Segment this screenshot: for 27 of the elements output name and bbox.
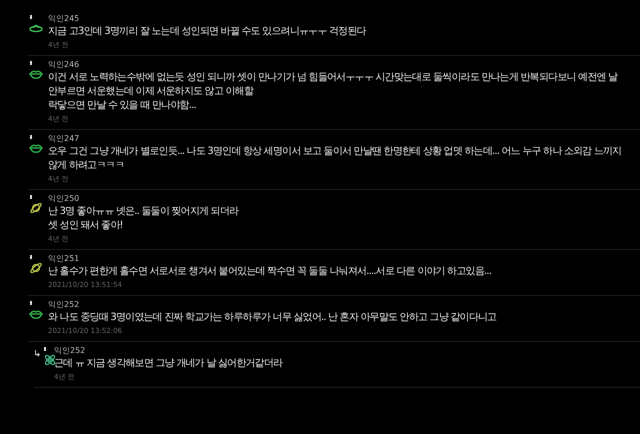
comment-author: 익인252 — [54, 345, 86, 357]
comment-author: 익인247 — [48, 133, 80, 145]
comment-text: 락닿으면 만날 수 있을 때 만나야함... — [48, 99, 197, 113]
comment-text: 와 나도 중딩때 3명이였는데 진짜 학교가는 하루하루가 너무 싫었어.. 난 혼자 아무말도 안하고 그냥 같이다니고 — [48, 311, 498, 325]
comment-text: 지금 고3인데 3명끼리 잘 노는데 성인되면 바뀔 수도 있으려니ㅠㅜㅜ 걱정된다 — [48, 25, 368, 39]
comment-text: 근데 ㅠ 지금 생각해보면 그냥 개네가 날 싫어한거같더라 — [54, 357, 284, 371]
marker-icon — [30, 255, 32, 259]
comment-text: 난 3명 좋아ㅠㅠ 넷은.. 둘둘이 찢어지게 되더라 — [48, 205, 240, 219]
marker-icon — [44, 347, 46, 351]
marker-icon — [30, 61, 32, 65]
comment-text: 셋 성인 돼서 좋아! — [48, 219, 124, 233]
comment-text: 오우 그건 그냥 개네가 별로인듯... 나도 3명인데 항상 세명이서 보고 둘이서 만날땐 한명한테 상황 업뎃 하는데... 어느 누구 하나 소외감 느끼지 않게 하려고ㅋㅋㅋ — [48, 145, 622, 173]
comment-author: 익인251 — [48, 253, 80, 265]
marker-icon — [30, 195, 32, 199]
comment-author: 익인252 — [48, 299, 80, 311]
avatar-icon — [29, 261, 43, 275]
avatar-icon — [29, 201, 43, 215]
reply-arrow-icon — [34, 349, 40, 358]
comment-text: 난 홀수가 편한게 홀수면 서로서로 챙겨서 붙어있는데 짝수면 꼭 둘둘 나눠져서....서로 다른 이야기 하고있음... — [48, 265, 492, 279]
marker-icon — [30, 301, 32, 305]
marker-icon — [30, 135, 32, 139]
comment-author: 익인246 — [48, 59, 80, 71]
comment-author: 익인245 — [48, 13, 80, 25]
marker-icon — [30, 15, 32, 19]
comment-author: 익인250 — [48, 193, 80, 205]
comment-text: 이건 서로 노력하는수밖에 없는듯 성인 되니까 셋이 만나기가 넘 힘들어서ㅜㅜㅜ 시간맞는대로 둘씩이라도 만나는게 반복되다보니 예전엔 날 안부르면 서운했는데 이제 서운하지도 않고 이해할 — [48, 71, 619, 99]
avatar-icon — [43, 353, 57, 367]
